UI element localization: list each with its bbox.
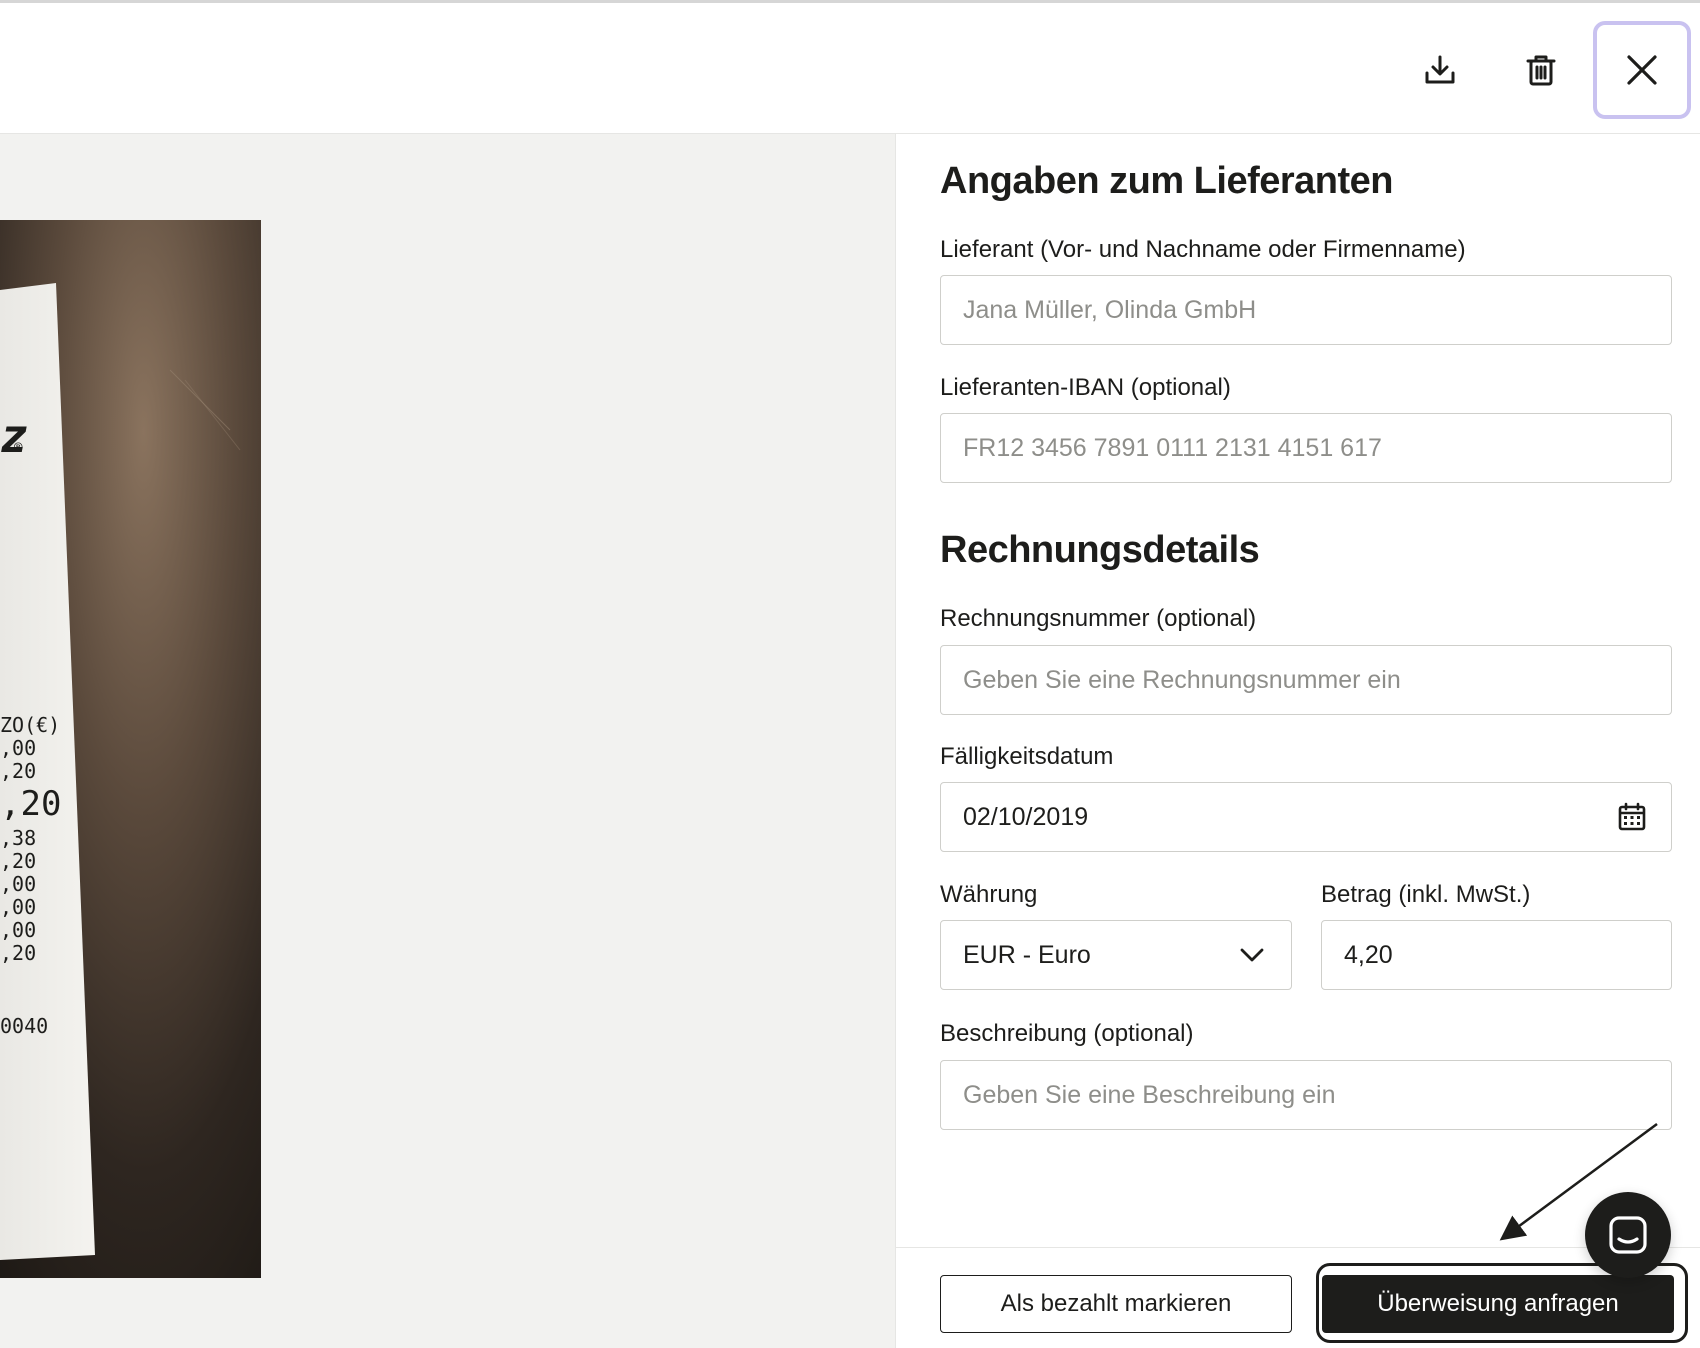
request-transfer-button[interactable]: Überweisung anfragen	[1322, 1275, 1674, 1333]
invoice-form-panel: Angaben zum Lieferanten Lieferant (Vor- …	[895, 134, 1700, 1348]
close-icon	[1627, 55, 1657, 85]
receipt-line: ,20	[0, 784, 61, 824]
form-scroll-area[interactable]: Angaben zum Lieferanten Lieferant (Vor- …	[896, 134, 1700, 1247]
receipt-line: ,20	[0, 941, 36, 965]
iban-label: Lieferanten-IBAN (optional)	[940, 374, 1231, 401]
download-icon	[1425, 55, 1455, 84]
due-date-value[interactable]: 02/10/2019	[963, 803, 1615, 832]
receipt-line: ,20	[0, 849, 36, 873]
invoice-number-label: Rechnungsnummer (optional)	[940, 605, 1257, 632]
receipt-line: ,20	[0, 759, 36, 783]
receipt-line: ,00	[0, 872, 36, 896]
trash-icon	[1526, 55, 1556, 86]
mark-as-paid-button[interactable]: Als bezahlt markieren	[940, 1275, 1292, 1333]
invoice-number-input[interactable]	[963, 665, 1649, 695]
description-field[interactable]	[940, 1060, 1672, 1130]
iban-input[interactable]	[963, 433, 1649, 463]
supplier-label: Lieferant (Vor- und Nachname oder Firmen…	[940, 236, 1466, 263]
supplier-field[interactable]	[940, 275, 1672, 345]
document-preview: z ® ZO(€) ,00 ,20 ,20 ,38 ,20 ,00 ,00 ,0…	[0, 134, 895, 1348]
receipt-line: ZO(€)	[0, 713, 60, 737]
amount-input[interactable]	[1344, 940, 1649, 970]
toolbar	[0, 3, 1700, 134]
receipt-line: ,38	[0, 826, 36, 850]
receipt-line: ,00	[0, 918, 36, 942]
delete-button[interactable]	[1492, 21, 1590, 119]
currency-select[interactable]: EUR - Euro	[940, 920, 1292, 990]
supplier-section-title: Angaben zum Lieferanten	[940, 160, 1394, 202]
receipt-registered-mark: ®	[14, 440, 23, 456]
description-input[interactable]	[963, 1080, 1649, 1110]
description-label: Beschreibung (optional)	[940, 1020, 1194, 1047]
close-button[interactable]	[1593, 21, 1691, 119]
receipt-line: 0040	[0, 1014, 48, 1038]
due-date-label: Fälligkeitsdatum	[940, 743, 1114, 770]
due-date-field[interactable]: 02/10/2019	[940, 782, 1672, 852]
invoice-section-title: Rechnungsdetails	[940, 529, 1260, 571]
amount-label: Betrag (inkl. MwSt.)	[1321, 881, 1531, 908]
receipt-line: ,00	[0, 736, 36, 760]
receipt-image: z ® ZO(€) ,00 ,20 ,20 ,38 ,20 ,00 ,00 ,0…	[0, 220, 261, 1278]
receipt-line: ,00	[0, 895, 36, 919]
invoice-number-field[interactable]	[940, 645, 1672, 715]
download-button[interactable]	[1391, 21, 1489, 119]
currency-label: Währung	[940, 881, 1038, 908]
amount-field[interactable]	[1321, 920, 1672, 990]
currency-value[interactable]: EUR - Euro	[963, 941, 1235, 970]
chat-launcher-button[interactable]	[1585, 1192, 1671, 1278]
iban-field[interactable]	[940, 413, 1672, 483]
chevron-down-icon[interactable]	[1235, 938, 1269, 972]
form-footer: Als bezahlt markieren Überweisung anfrag…	[896, 1247, 1700, 1348]
chat-icon	[1609, 1216, 1647, 1254]
calendar-icon[interactable]	[1615, 800, 1649, 834]
supplier-input[interactable]	[963, 295, 1649, 325]
